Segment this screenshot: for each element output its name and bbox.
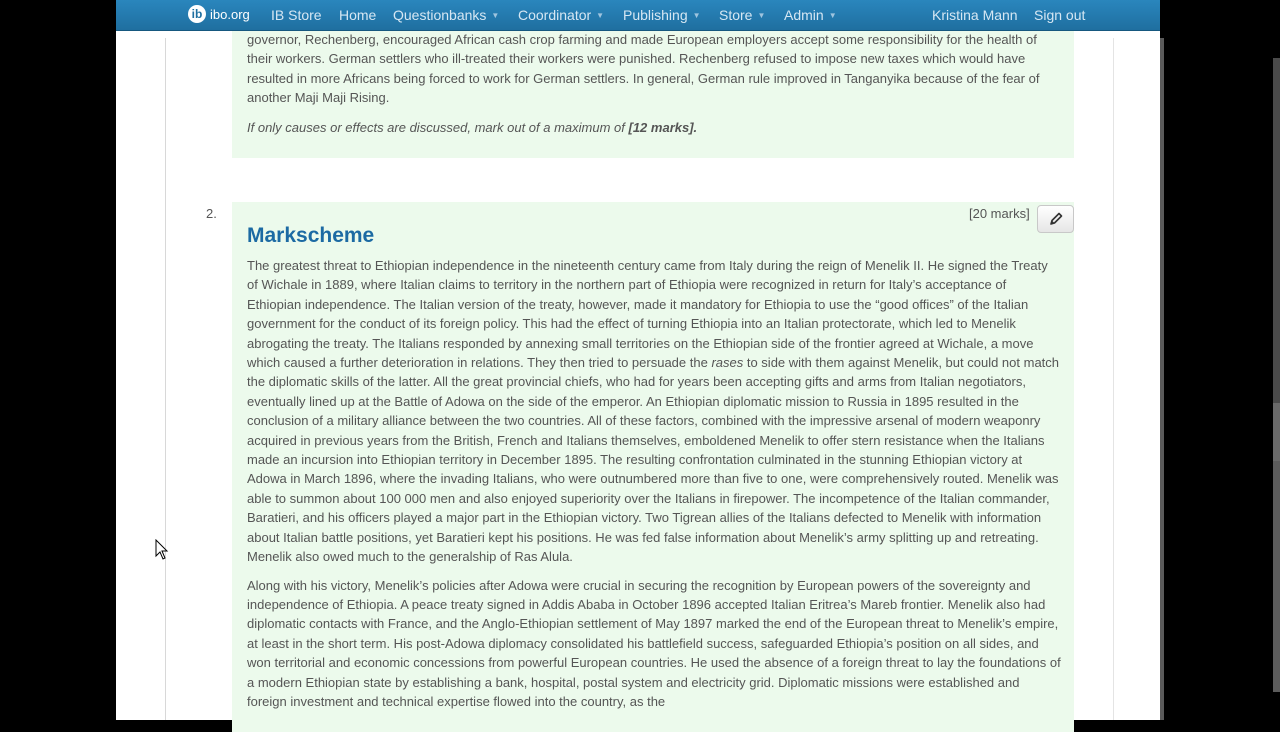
marking-note-text: If only causes or effects are discussed,…: [247, 119, 629, 135]
scrollbar-thumb-upper[interactable]: [1273, 403, 1280, 461]
previous-markscheme-text: governor, Rechenberg, encouraged African…: [247, 30, 1062, 147]
caret-down-icon: ▼: [692, 11, 701, 20]
paragraph-1-part-b: to side with them against Menelik, but c…: [247, 355, 1060, 565]
marking-note-marks: [12 marks].: [628, 119, 698, 135]
top-navbar: ib ibo.org IB Store Home Questionbanks ▼ …: [116, 0, 1160, 31]
caret-down-icon: ▼: [828, 11, 837, 20]
caret-down-icon: ▼: [757, 11, 766, 20]
content-border: [1113, 38, 1114, 720]
window-scrollbar[interactable]: [1273, 58, 1280, 692]
nav-store[interactable]: Store ▼: [719, 7, 765, 23]
markscheme-paragraph-1: The greatest threat to Ethiopian indepen…: [247, 256, 1062, 567]
nav-ib-store[interactable]: IB Store: [271, 7, 322, 23]
markscheme-body: The greatest threat to Ethiopian indepen…: [247, 256, 1062, 720]
sign-out-link[interactable]: Sign out: [1034, 7, 1085, 23]
page-scroll-edge: [1160, 38, 1164, 720]
nav-store-label: Store: [719, 7, 753, 23]
markscheme-heading: Markscheme: [247, 224, 375, 247]
nav-questionbanks-label: Questionbanks: [393, 7, 487, 23]
marking-note: If only causes or effects are discussed,…: [247, 118, 1062, 137]
caret-down-icon: ▼: [491, 11, 500, 20]
nav-admin[interactable]: Admin ▼: [784, 7, 837, 23]
right-margin: [1160, 0, 1280, 720]
nav-coordinator[interactable]: Coordinator ▼: [518, 7, 604, 23]
nav-publishing-label: Publishing: [623, 7, 688, 23]
nav-questionbanks[interactable]: Questionbanks ▼: [393, 7, 499, 23]
brand-link[interactable]: ib ibo.org: [188, 5, 250, 23]
markscheme-paragraph-2: Along with his victory, Menelik’s polici…: [247, 577, 1061, 709]
previous-markscheme-paragraph: governor, Rechenberg, encouraged African…: [247, 32, 1040, 106]
pencil-icon: [1049, 212, 1062, 225]
paragraph-1-italic: rases: [711, 355, 744, 371]
brand-label: ibo.org: [210, 6, 250, 22]
scrollbar-thumb[interactable]: [1273, 461, 1280, 692]
caret-down-icon: ▼: [596, 11, 605, 20]
nav-home[interactable]: Home: [339, 7, 376, 23]
edit-button[interactable]: [1037, 205, 1074, 233]
user-menu[interactable]: Kristina Mann: [932, 7, 1018, 23]
ib-logo-icon: ib: [188, 5, 206, 23]
nav-coordinator-label: Coordinator: [518, 7, 592, 23]
marks-label: [20 marks]: [969, 206, 1030, 221]
mouse-cursor-icon: [155, 539, 169, 560]
paragraph-1-part-a: The greatest threat to Ethiopian indepen…: [247, 258, 1048, 371]
question-number: 2.: [206, 206, 217, 221]
nav-admin-label: Admin: [784, 7, 824, 23]
nav-publishing[interactable]: Publishing ▼: [623, 7, 701, 23]
sidebar-divider: [165, 38, 166, 720]
